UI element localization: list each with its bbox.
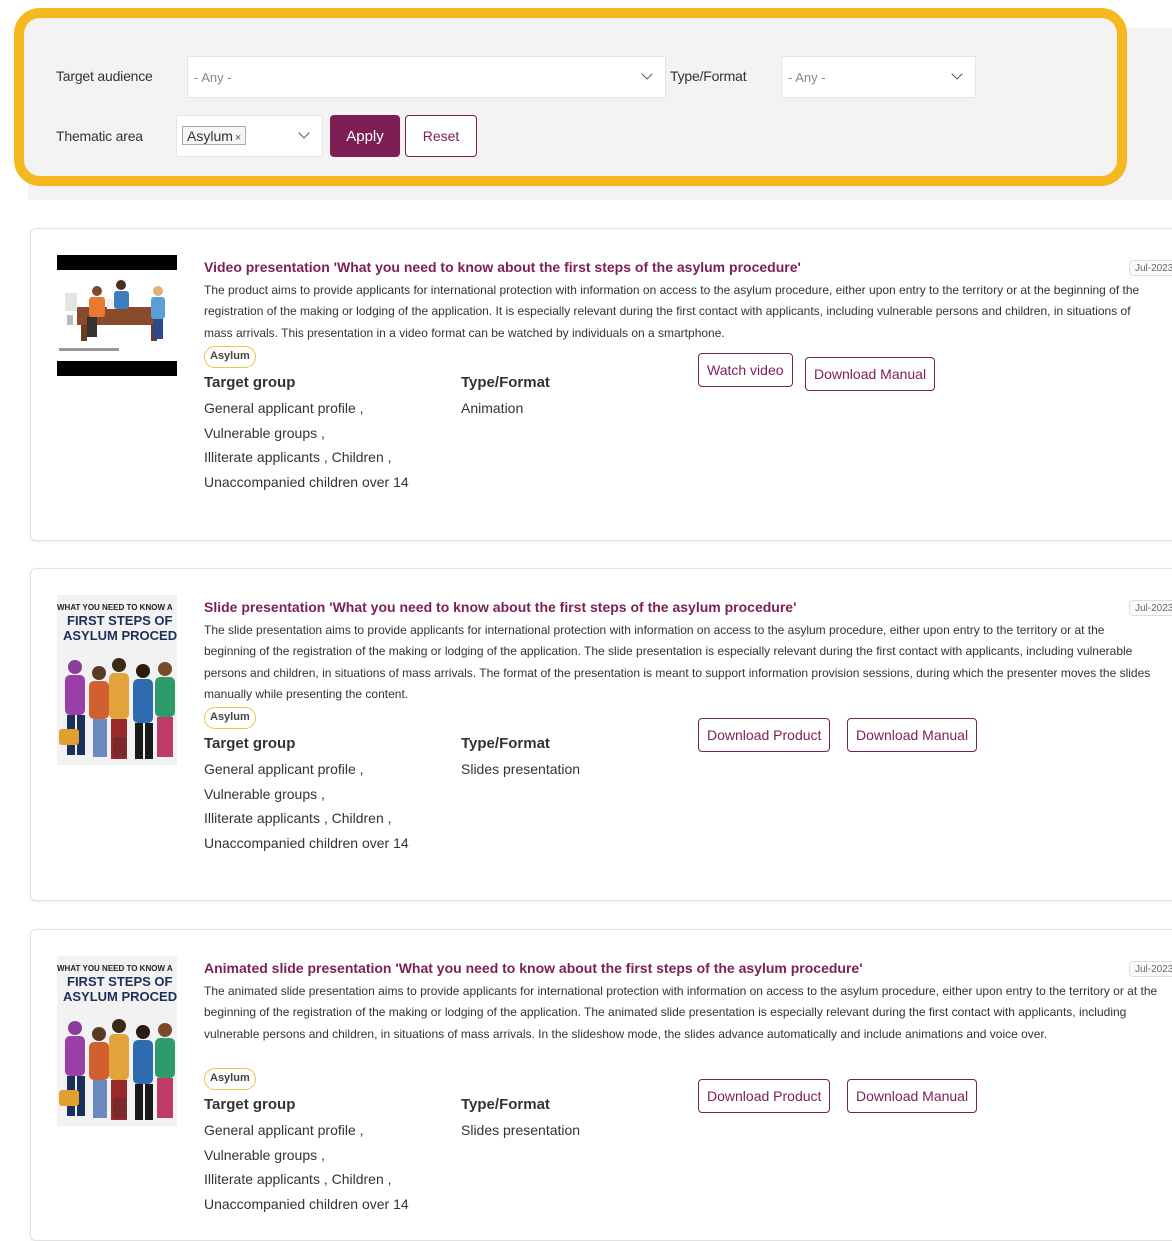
target-group-item: General applicant profile ,: [204, 1122, 364, 1138]
target-audience-value: - Any -: [194, 70, 232, 85]
thumbnail-title: ASYLUM PROCED: [63, 628, 177, 643]
result-card: WHAT YOU NEED TO KNOW A FIRST STEPS OF A…: [30, 568, 1172, 901]
type-format-heading: Type/Format: [461, 1096, 550, 1113]
chip-remove-icon[interactable]: ×: [235, 132, 241, 144]
slide-thumbnail[interactable]: WHAT YOU NEED TO KNOW A FIRST STEPS OF A…: [57, 595, 177, 765]
target-group-item: Vulnerable groups ,: [204, 424, 325, 441]
apply-button[interactable]: Apply: [330, 115, 400, 157]
target-audience-label: Target audience: [56, 68, 153, 84]
reset-button[interactable]: Reset: [405, 115, 477, 157]
tag-badge: Asylum: [204, 707, 256, 729]
chevron-down-icon: [641, 68, 653, 80]
result-card: Video presentation 'What you need to kno…: [30, 228, 1172, 541]
target-audience-select[interactable]: - Any -: [187, 56, 666, 98]
thumbnail-title: FIRST STEPS OF: [67, 613, 173, 628]
result-description: The product aims to provide applicants f…: [204, 283, 1140, 340]
tag-badge: Asylum: [204, 1068, 256, 1090]
thumbnail-title: FIRST STEPS OF: [67, 974, 173, 989]
result-title-link[interactable]: Video presentation 'What you need to kno…: [204, 259, 801, 275]
download-manual-button[interactable]: Download Manual: [805, 357, 936, 391]
video-thumbnail[interactable]: [57, 255, 177, 376]
thumbnail-caption: WHAT YOU NEED TO KNOW A: [57, 964, 173, 973]
download-manual-button[interactable]: Download Manual: [847, 718, 978, 752]
chevron-down-icon: [298, 127, 310, 139]
target-group-item: Illiterate applicants , Children ,: [204, 810, 392, 827]
type-format-value: Slides presentation: [461, 1122, 581, 1138]
type-format-value: Animation: [461, 400, 524, 416]
tag-badge: Asylum: [204, 346, 256, 368]
target-group-list: General applicant profile , Vulnerable g…: [204, 1118, 409, 1217]
download-manual-button[interactable]: Download Manual: [847, 1079, 978, 1113]
date-badge: Jul-2023: [1129, 260, 1172, 276]
target-group-item: Unaccompanied children over 14: [204, 1196, 409, 1213]
download-product-button[interactable]: Download Product: [698, 1079, 831, 1113]
result-title-link[interactable]: Animated slide presentation 'What you ne…: [204, 960, 863, 976]
target-group-item: Unaccompanied children over 14: [204, 835, 409, 852]
result-title-link[interactable]: Slide presentation 'What you need to kno…: [204, 599, 796, 615]
type-format-select[interactable]: - Any -: [781, 56, 976, 98]
type-format-value: Slides presentation: [461, 761, 581, 777]
type-format-heading: Type/Format: [461, 735, 550, 752]
watch-video-button[interactable]: Watch video: [698, 353, 793, 387]
result-description: The slide presentation aims to provide a…: [204, 623, 1151, 701]
date-badge: Jul-2023: [1129, 600, 1172, 616]
thematic-area-select[interactable]: Asylum ×: [176, 115, 323, 157]
target-group-heading: Target group: [204, 374, 296, 391]
target-group-item: Illiterate applicants , Children ,: [204, 449, 392, 466]
type-format-label: Type/Format: [670, 68, 747, 84]
thumbnail-title: ASYLUM PROCED: [63, 989, 177, 1004]
target-group-heading: Target group: [204, 735, 296, 752]
date-badge: Jul-2023: [1129, 961, 1172, 977]
target-group-list: General applicant profile , Vulnerable g…: [204, 396, 409, 495]
download-product-button[interactable]: Download Product: [698, 718, 831, 752]
chevron-down-icon: [951, 68, 963, 80]
target-group-item: Vulnerable groups ,: [204, 1146, 325, 1163]
target-group-list: General applicant profile , Vulnerable g…: [204, 757, 409, 856]
target-group-item: Vulnerable groups ,: [204, 785, 325, 802]
target-group-item: General applicant profile ,: [204, 761, 364, 777]
target-group-item: Unaccompanied children over 14: [204, 474, 409, 491]
type-format-value: - Any -: [788, 70, 826, 85]
target-group-item: Illiterate applicants , Children ,: [204, 1171, 392, 1188]
result-card: WHAT YOU NEED TO KNOW A FIRST STEPS OF A…: [30, 929, 1172, 1241]
result-description: The animated slide presentation aims to …: [204, 984, 1158, 1041]
chip-label: Asylum: [187, 128, 233, 144]
thematic-area-chip[interactable]: Asylum ×: [182, 126, 247, 145]
target-group-heading: Target group: [204, 1096, 296, 1113]
thumbnail-caption: WHAT YOU NEED TO KNOW A: [57, 603, 173, 612]
type-format-heading: Type/Format: [461, 374, 550, 391]
target-group-item: General applicant profile ,: [204, 400, 364, 416]
slide-thumbnail[interactable]: WHAT YOU NEED TO KNOW A FIRST STEPS OF A…: [57, 956, 177, 1126]
thematic-area-label: Thematic area: [56, 128, 143, 144]
